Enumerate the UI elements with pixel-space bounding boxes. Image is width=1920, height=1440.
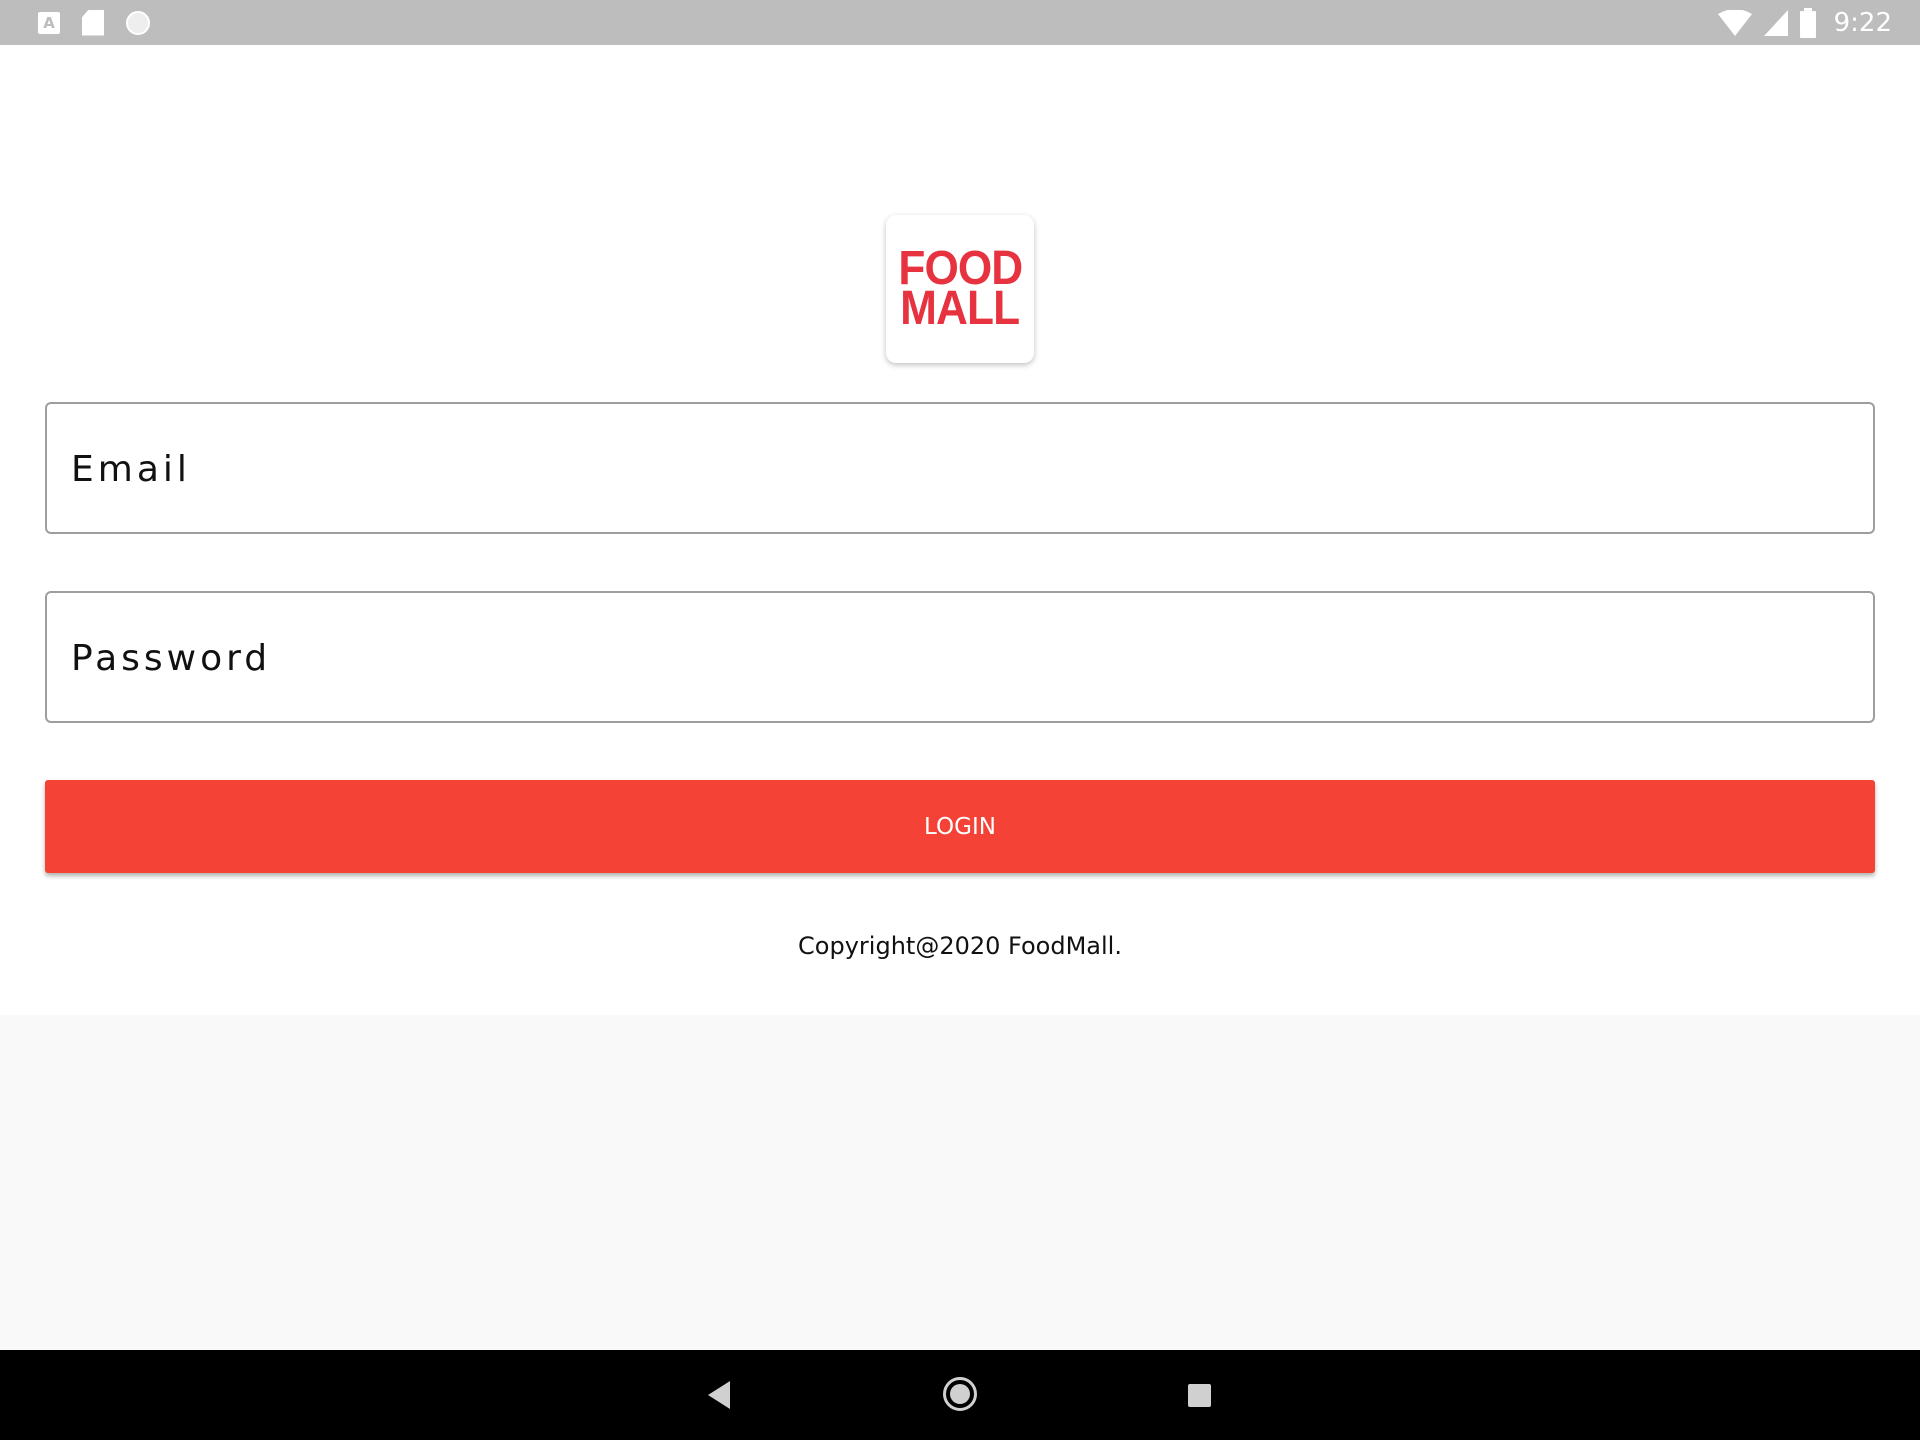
home-icon[interactable] bbox=[943, 1377, 977, 1411]
navigation-bar bbox=[0, 1350, 1920, 1440]
login-screen: FOOD MALL LOGIN Copyright@2020 FoodMall. bbox=[0, 45, 1920, 1015]
signal-icon bbox=[1763, 9, 1788, 36]
copyright-text: Copyright@2020 FoodMall. bbox=[798, 932, 1122, 960]
email-field-box bbox=[45, 402, 1875, 534]
foodmall-logo: FOOD MALL bbox=[886, 215, 1034, 363]
circle-icon bbox=[126, 10, 150, 35]
back-icon[interactable] bbox=[708, 1381, 730, 1409]
wifi-icon bbox=[1717, 9, 1752, 36]
recents-icon[interactable] bbox=[1188, 1384, 1211, 1407]
logo-line-2: MALL bbox=[900, 282, 1021, 335]
status-time: 9:22 bbox=[1833, 7, 1892, 38]
status-right-icons: 9:22 bbox=[1717, 6, 1892, 39]
sd-card-icon bbox=[82, 9, 104, 36]
status-left-icons: A bbox=[38, 8, 150, 37]
battery-icon bbox=[1799, 7, 1816, 38]
status-bar: A 9:22 bbox=[0, 0, 1920, 45]
text-a-icon: A bbox=[38, 11, 60, 34]
email-field[interactable] bbox=[69, 404, 1853, 534]
password-field-box bbox=[45, 591, 1875, 723]
login-button[interactable]: LOGIN bbox=[45, 780, 1875, 873]
password-field[interactable] bbox=[69, 593, 1853, 723]
